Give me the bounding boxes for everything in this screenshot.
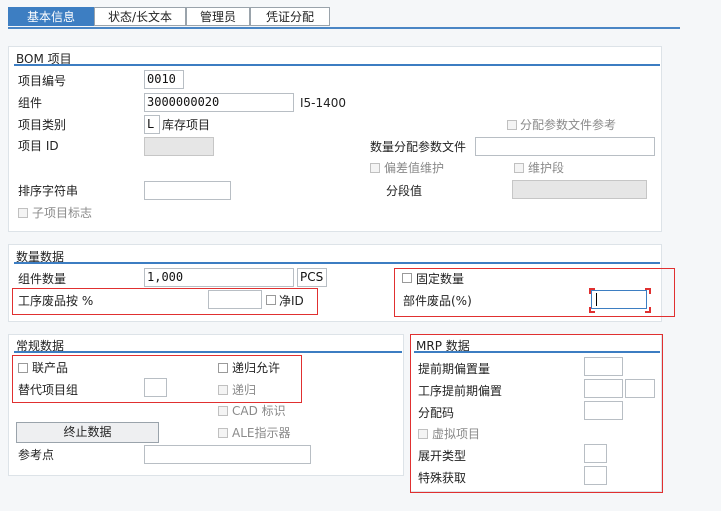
tab-underline (8, 27, 680, 29)
co-product-checkbox[interactable] (18, 363, 28, 373)
bom-item-title-line (14, 64, 660, 66)
focus-corner-bl (589, 307, 595, 313)
dist-param-ref-label: 分配参数文件参考 (520, 118, 617, 132)
lead-time-offset-field[interactable] (584, 357, 623, 376)
deviation-maintain-label: 偏差值维护 (384, 161, 445, 175)
tab-basic-info[interactable]: 基本信息 (8, 7, 94, 26)
component-field[interactable]: 3000000020 (144, 93, 294, 112)
component-description: I5-1400 (300, 96, 347, 110)
reference-point-label: 参考点 (18, 448, 55, 462)
item-number-field[interactable]: 0010 (144, 70, 184, 89)
recursive-allowed-checkbox[interactable] (218, 363, 228, 373)
special-procurement-field[interactable] (584, 466, 607, 485)
fixed-qty-label: 固定数量 (416, 272, 465, 286)
explosion-type-field[interactable] (584, 444, 607, 463)
maintain-segment-checkbox[interactable] (514, 163, 524, 173)
op-lead-time-offset-unit-field[interactable] (625, 379, 655, 398)
quantity-data-title-line (14, 262, 660, 264)
sub-item-flag-checkbox[interactable] (18, 208, 28, 218)
sort-string-label: 排序字符串 (18, 184, 79, 198)
component-scrap-label: 部件废品(%) (403, 294, 472, 308)
phantom-item-label: 虚拟项目 (432, 427, 481, 441)
tab-administrator[interactable]: 管理员 (186, 7, 250, 26)
focus-corner-tl (589, 288, 595, 294)
sub-item-flag-label: 子项目标志 (32, 206, 93, 220)
recursive-allowed-label: 递归允许 (232, 361, 281, 375)
distribution-key-label: 分配码 (418, 406, 455, 420)
unit-field[interactable]: PCS (297, 268, 327, 287)
item-category-label: 项目类别 (18, 118, 67, 132)
segment-value-field (512, 180, 647, 199)
text-cursor (596, 293, 597, 306)
cad-indicator-label: CAD 标识 (232, 404, 286, 418)
maintain-segment-label: 维护段 (528, 161, 565, 175)
qty-dist-param-field[interactable] (475, 137, 655, 156)
dist-param-ref-checkbox[interactable] (507, 120, 517, 130)
alt-item-group-label: 替代项目组 (18, 383, 79, 397)
ale-indicator-checkbox[interactable] (218, 428, 228, 438)
fixed-qty-checkbox[interactable] (402, 273, 412, 283)
component-scrap-field[interactable] (591, 290, 647, 309)
item-id-label: 项目 ID (18, 139, 59, 153)
op-scrap-label: 工序废品按 % (18, 294, 94, 308)
sort-string-field[interactable] (144, 181, 231, 200)
component-qty-field[interactable]: 1,000 (144, 268, 294, 287)
distribution-key-field[interactable] (584, 401, 623, 420)
cad-indicator-checkbox[interactable] (218, 406, 228, 416)
op-lead-time-offset-field[interactable] (584, 379, 623, 398)
qty-dist-param-label: 数量分配参数文件 (370, 140, 467, 154)
lead-time-offset-label: 提前期偏置量 (418, 362, 491, 376)
item-category-description: 库存项目 (162, 118, 211, 132)
deviation-maintain-checkbox[interactable] (370, 163, 380, 173)
co-product-label: 联产品 (32, 361, 69, 375)
explosion-type-label: 展开类型 (418, 449, 467, 463)
alt-item-group-field[interactable] (144, 378, 167, 397)
general-data-title-line (14, 351, 402, 353)
item-number-label: 项目编号 (18, 74, 67, 88)
net-id-checkbox[interactable] (266, 295, 276, 305)
component-label: 组件 (18, 96, 43, 110)
tab-status-long-text[interactable]: 状态/长文本 (94, 7, 186, 26)
net-id-label: 净ID (279, 294, 304, 308)
ale-indicator-label: ALE指示器 (232, 426, 291, 440)
end-data-button[interactable]: 终止数据 (16, 422, 159, 443)
reference-point-field[interactable] (144, 445, 311, 464)
mrp-data-title-line (414, 351, 660, 353)
item-id-field (144, 137, 214, 156)
segment-value-label: 分段值 (386, 184, 423, 198)
tab-document-assignment[interactable]: 凭证分配 (250, 7, 330, 26)
recursive-label: 递归 (232, 383, 257, 397)
focus-corner-tr (645, 288, 651, 294)
item-category-field[interactable]: L (144, 115, 160, 134)
op-lead-time-offset-label: 工序提前期偏置 (418, 384, 503, 398)
component-qty-label: 组件数量 (18, 272, 67, 286)
recursive-checkbox[interactable] (218, 385, 228, 395)
special-procurement-label: 特殊获取 (418, 471, 467, 485)
op-scrap-field[interactable] (208, 290, 262, 309)
phantom-item-checkbox[interactable] (418, 429, 428, 439)
focus-corner-br (645, 307, 651, 313)
